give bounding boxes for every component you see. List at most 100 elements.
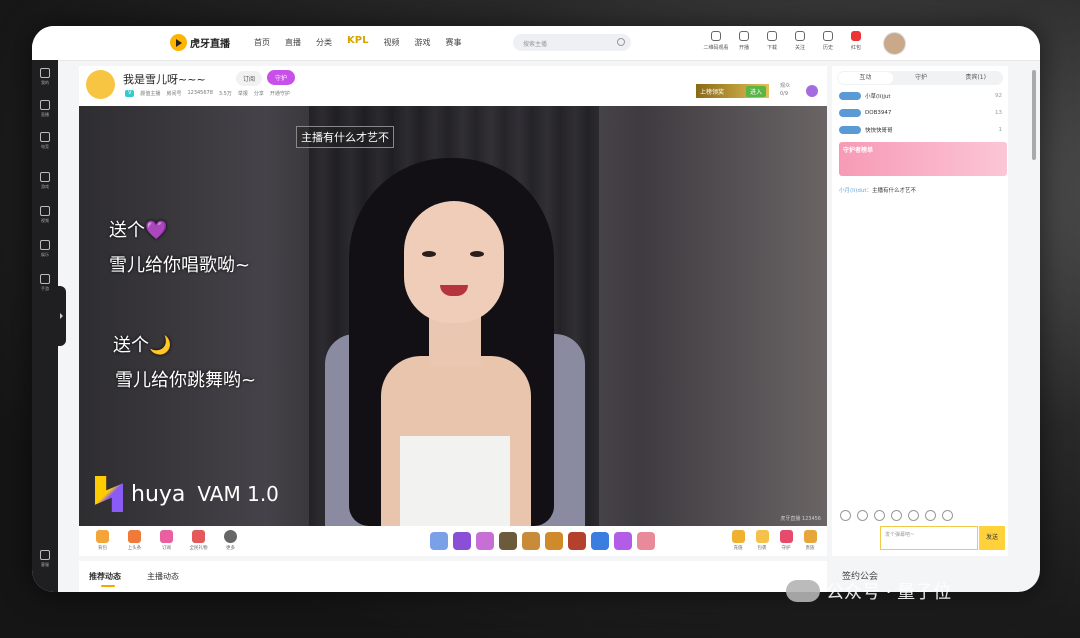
follow-nav-button[interactable]: 关注 [786,31,814,51]
chat-red-packet[interactable] [840,529,872,547]
more-button[interactable]: 更多 [216,530,245,551]
rank-row[interactable]: 小草(li)jut 92 [839,92,1007,100]
chat-input[interactable]: 发个弹幕吧~ [880,526,978,550]
gift-label: 更多 [226,546,235,551]
headline-button[interactable]: 上头条 [120,530,149,551]
gift-item[interactable] [430,532,448,550]
gem-icon[interactable] [806,85,818,97]
tab-interact[interactable]: 互动 [838,72,893,84]
video-player[interactable]: 主播有什么才艺不 送个💜 雪儿给你唱歌呦~ 送个🌙 雪儿给你跳舞哟~ huya … [79,106,827,526]
sidebar-item-mine[interactable]: 我的 [32,68,58,86]
nav-video[interactable]: 视频 [383,37,399,48]
gift-item[interactable] [637,532,655,550]
chat-scrollbar[interactable] [1032,70,1036,160]
rank-row[interactable]: 快快快哥哥 1 [839,126,1007,134]
tab-anchor-feed[interactable]: 主播动态 [147,571,179,582]
live-room: 我是雪儿呀~~~ 订阅 守护 V 颜值主播 房间号 12345678 3.5万 … [79,66,827,556]
sidebar-item-service[interactable]: 客服 [32,550,58,568]
gift-item[interactable] [522,532,540,550]
guard-rank-card[interactable]: 守护者榜单 [839,142,1007,176]
clock-icon [823,31,833,41]
lock-icon[interactable] [925,510,936,521]
sidebar-label: 手游 [41,286,49,291]
backpack-icon [96,530,109,543]
sidebar-item-mobile[interactable]: 手游 [32,274,58,292]
tab-vip[interactable]: 贵宾(1) [948,71,1003,85]
download-button[interactable]: 下载 [758,31,786,51]
send-button[interactable]: 发送 [979,526,1005,550]
like-icon[interactable] [857,510,868,521]
huya-logo-icon [95,476,123,512]
guard-gift-button[interactable]: 守护 [775,530,797,551]
gift-item[interactable] [476,532,494,550]
subscribe-icon [160,530,173,543]
heart-icon: 💜 [145,220,168,241]
sidebar-label: 视频 [41,218,49,223]
nav-live[interactable]: 直播 [285,37,301,48]
subscribe-button[interactable]: 订阅 [236,71,263,86]
header-tools: 二维码观看 开播 下载 关注 历史 红包 [702,31,870,51]
overlay-line-4: 雪儿给你跳舞哟~ [115,370,257,391]
left-sidebar: 我的 直播 电竞 游戏 视频 娱乐 手游 客服 [32,60,58,592]
tab-guard[interactable]: 守护 [894,71,949,85]
nav-home[interactable]: 首页 [254,37,270,48]
sidebar-item-ent[interactable]: 娱乐 [32,240,58,258]
history-button[interactable]: 历史 [814,31,842,51]
logo-icon [170,34,187,51]
recharge-button[interactable]: 充值 [727,530,749,551]
nav-category[interactable]: 分类 [316,37,332,48]
room-category[interactable]: 颜值主播 [140,90,160,97]
qrcode-button[interactable]: 二维码观看 [702,31,730,51]
settings-icon[interactable] [942,510,953,521]
broadcast-button[interactable]: 开播 [730,31,758,51]
sidebar-item-esports[interactable]: 电竞 [32,132,58,150]
share-button[interactable]: 分享 [254,90,264,97]
gift-item[interactable] [614,532,632,550]
rank-row[interactable]: DOB3947 13 [839,109,1007,117]
sidebar-item-live[interactable]: 直播 [32,100,58,118]
nav-match[interactable]: 赛事 [445,37,461,48]
nav-kpl[interactable]: KPL [347,35,368,48]
gift-item[interactable] [453,532,471,550]
search-icon[interactable] [617,38,625,46]
sidebar-item-game[interactable]: 游戏 [32,172,58,190]
overlay-text: 送个 [109,220,145,241]
open-guard-link[interactable]: 开通守护 [270,90,290,97]
eye [470,251,484,257]
gamepad-icon [40,172,50,182]
gift-item[interactable] [499,532,517,550]
smile-icon[interactable] [874,510,885,521]
barrage-icon[interactable] [908,510,919,521]
huya-logo[interactable]: 虎牙直播 [170,34,230,51]
backpack-button[interactable]: 背包 [88,530,117,551]
gifts-icon [192,530,205,543]
report-button[interactable]: 举报 [238,90,248,97]
noble-button[interactable]: 贵族 [799,530,821,551]
user-icon [40,68,50,78]
all-gifts-button[interactable]: 全民礼物 [184,530,213,551]
anchor-avatar[interactable] [86,70,115,99]
video-watermark-id: 虎牙直播 123456 [780,516,821,522]
sidebar-toggle[interactable] [58,286,66,346]
guard-icon [779,530,793,543]
promo-banner[interactable]: 上榜领奖 进入 [696,84,769,98]
tab-recommend[interactable]: 推荐动态 [89,571,121,587]
search-input[interactable]: 搜索主播 [513,34,631,51]
main-nav: 首页 直播 分类 KPL 视频 游戏 赛事 [254,35,476,48]
user-avatar[interactable] [883,32,906,55]
emoji-icon[interactable] [840,510,851,521]
sidebar-item-video[interactable]: 视频 [32,206,58,224]
chat-panel: 互动 守护 贵宾(1) 小草(li)jut 92 DOB3947 13 快快快哥哥 1… [832,66,1008,556]
redpacket-button[interactable]: 红包 [842,31,870,51]
promo-enter-button[interactable]: 进入 [745,86,766,97]
nav-game[interactable]: 游戏 [414,37,430,48]
guard-button[interactable]: 守护 [267,70,296,85]
sidebar-label: 直播 [41,112,49,117]
gift-item[interactable] [568,532,586,550]
gift-item[interactable] [591,532,609,550]
package-button[interactable]: 包裹 [751,530,773,551]
subscribe-gift-button[interactable]: 订阅 [152,530,181,551]
chat-nick[interactable]: 小月(li)dut： [839,188,872,194]
sticker-icon[interactable] [891,510,902,521]
gift-item[interactable] [545,532,563,550]
